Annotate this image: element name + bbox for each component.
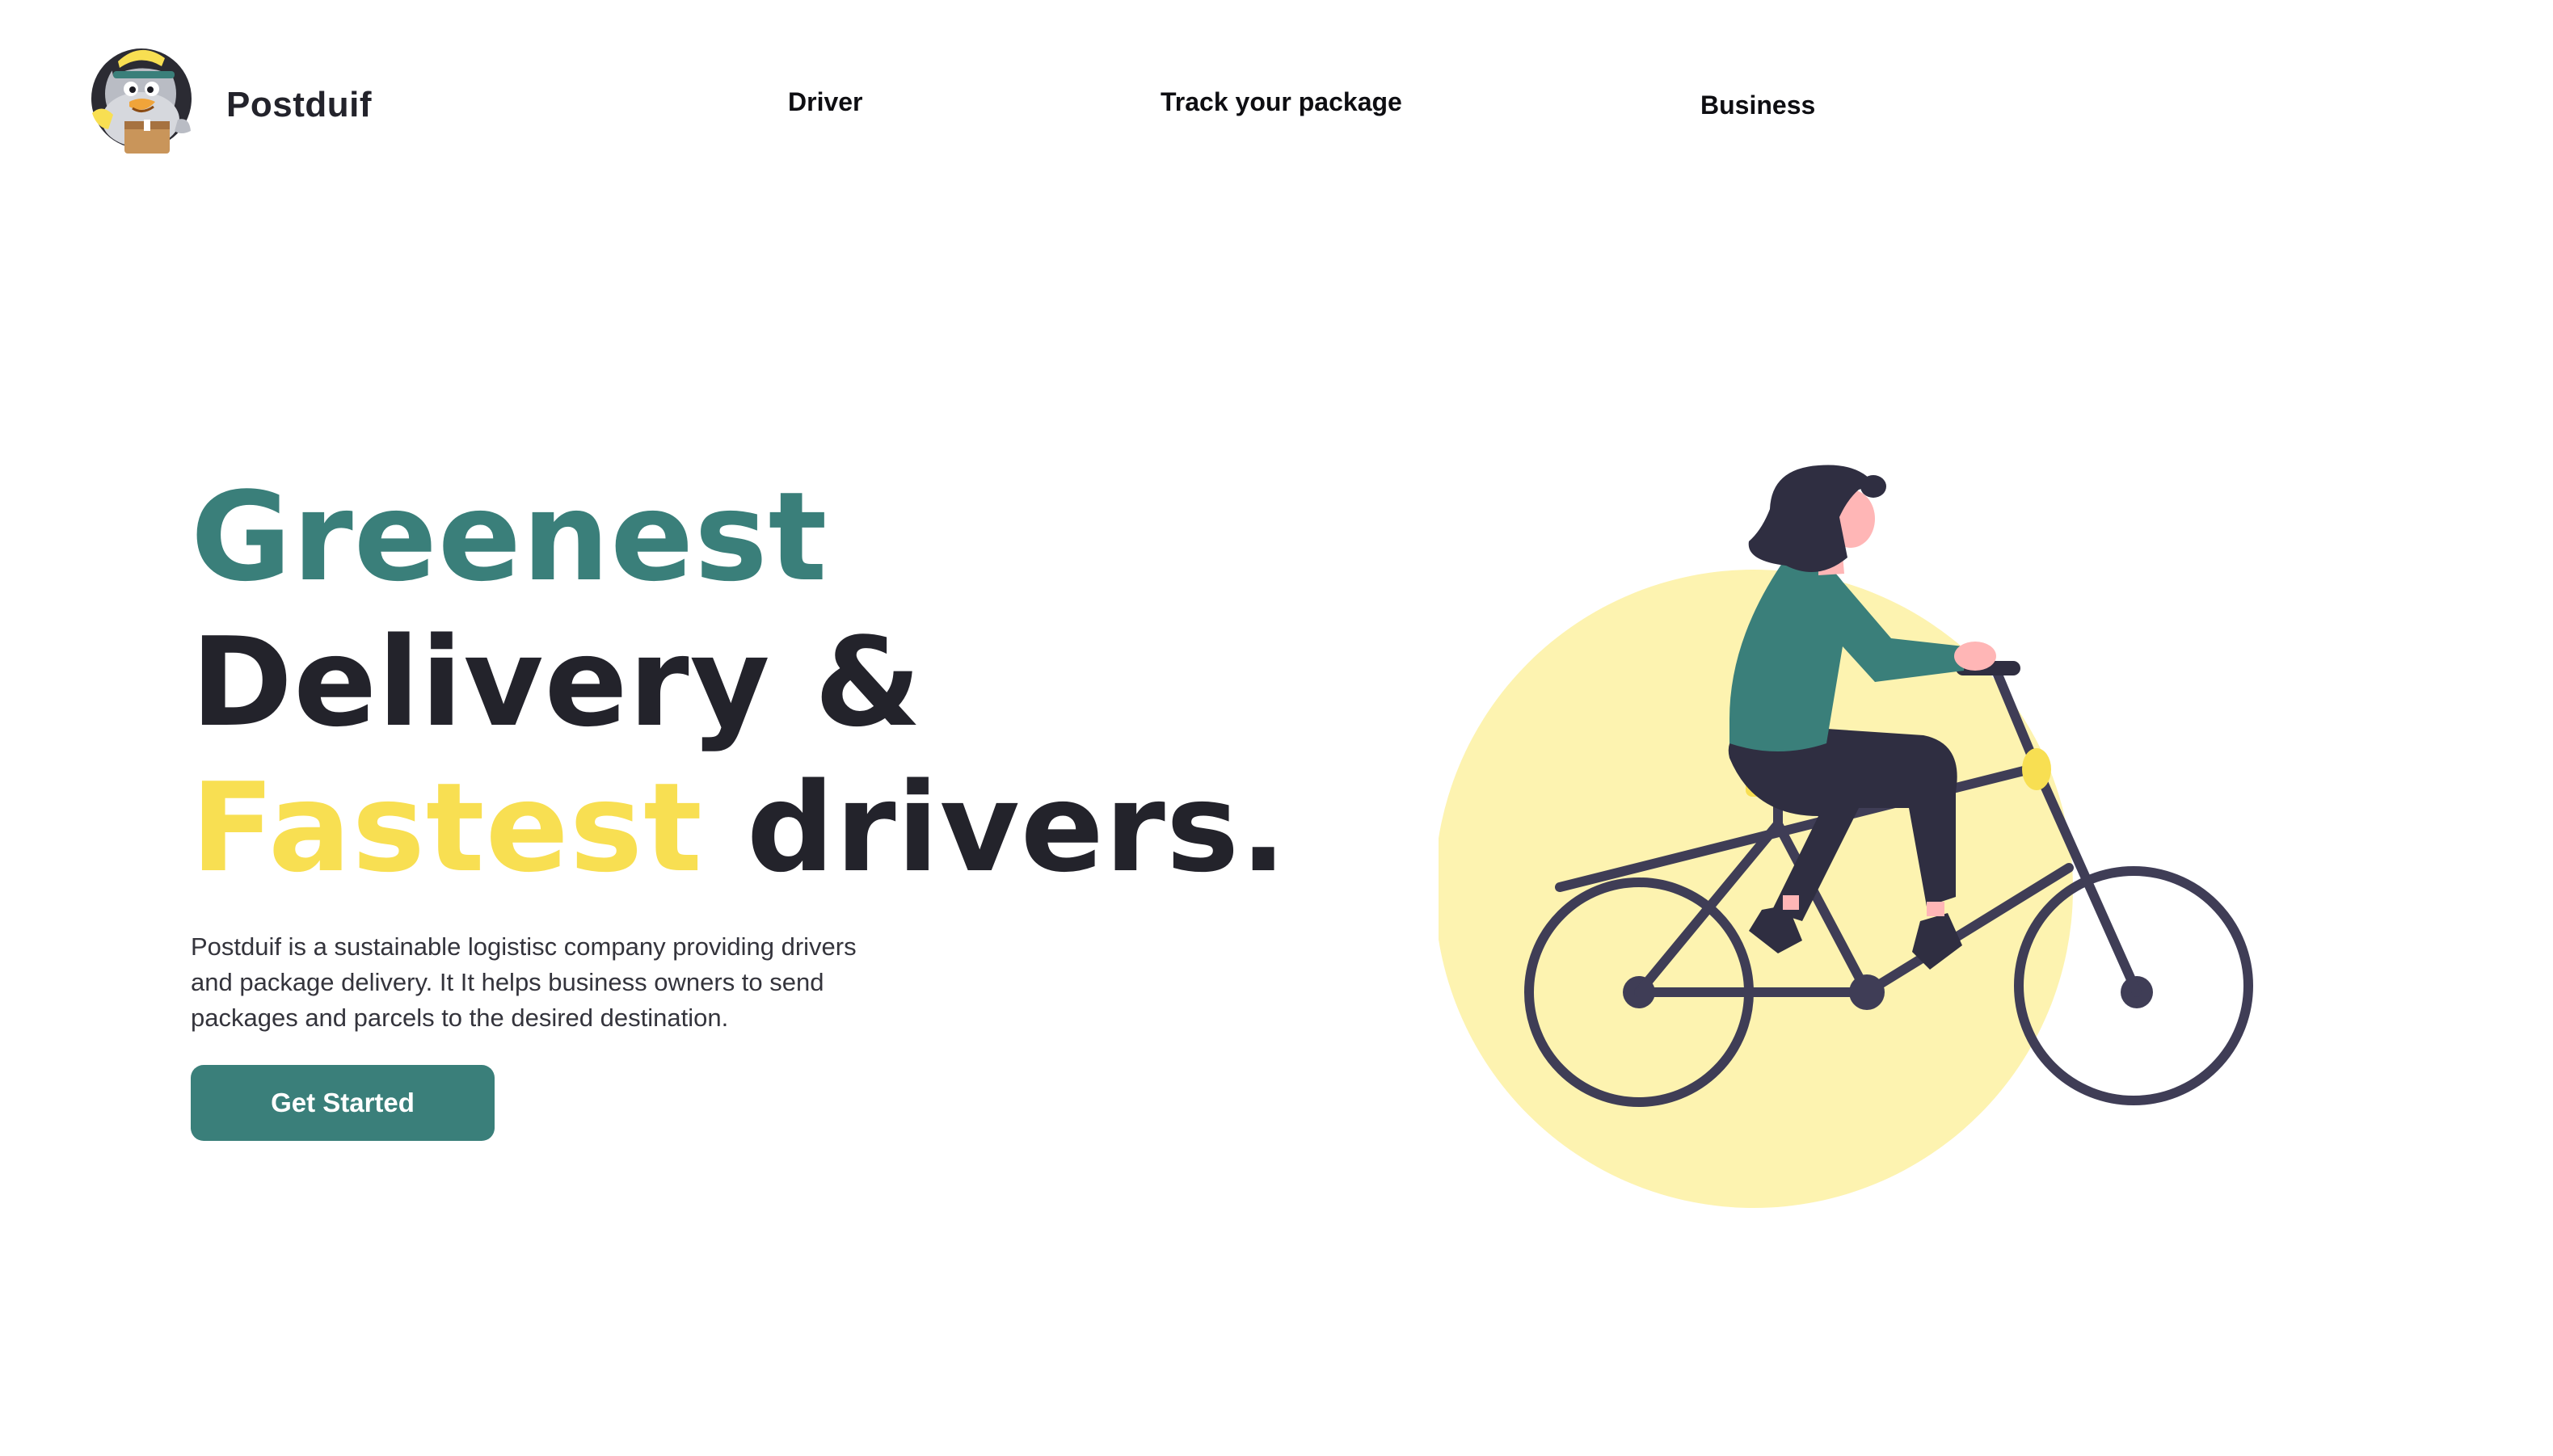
landing-page: Postduif Driver Track your package Busin… [0, 0, 2553, 1456]
pigeon-mail-carrier-icon [91, 48, 192, 154]
headline-word-fastest: Fastest [191, 756, 703, 899]
headline-word-greenest: Greenest [191, 465, 828, 608]
brand-logo[interactable] [81, 29, 202, 158]
hero-illustration [1434, 452, 2295, 1228]
brand-name[interactable]: Postduif [226, 87, 372, 123]
get-started-button[interactable]: Get Started [191, 1065, 495, 1141]
hero-headline: Greenest Delivery & Fastest drivers. [191, 465, 1287, 901]
headline-line-delivery: Delivery & [191, 611, 923, 754]
hero-description: Postduif is a sustainable logistisc comp… [191, 932, 857, 1032]
woman-riding-bicycle-illustration [1434, 465, 2253, 1208]
headline-word-drivers: drivers. [746, 756, 1287, 899]
nav-link-driver[interactable]: Driver [788, 89, 863, 115]
nav-link-track-package[interactable]: Track your package [1161, 89, 1402, 115]
nav-link-business[interactable]: Business [1700, 92, 1815, 118]
